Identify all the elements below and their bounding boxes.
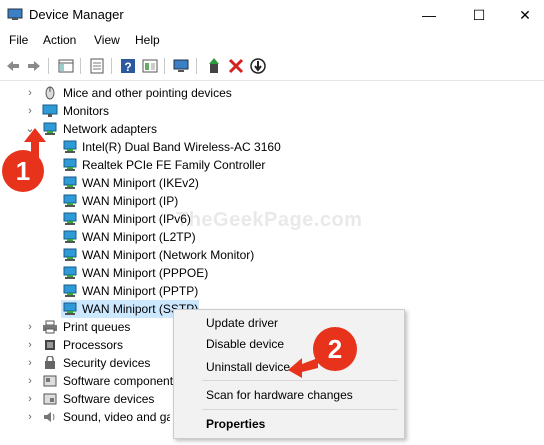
toolbar-separator	[48, 58, 49, 74]
update-driver-icon[interactable]	[205, 57, 223, 75]
tree-item-adapter[interactable]: WAN Miniport (IP)	[0, 192, 300, 210]
device-manager-icon	[7, 8, 23, 20]
tree-item-processors[interactable]: › Processors	[0, 336, 170, 354]
annotation-badge-2: 2	[313, 327, 357, 371]
network-adapter-icon	[63, 248, 77, 261]
processor-icon	[45, 340, 55, 350]
forward-arrow-icon[interactable]	[25, 57, 43, 75]
close-button[interactable]: ✕	[502, 0, 544, 30]
annotation-badge-1: 1	[2, 150, 44, 192]
svg-text:?: ?	[124, 60, 131, 74]
tree-item-label: Intel(R) Dual Band Wireless-AC 3160	[82, 140, 281, 154]
tree-item-adapter[interactable]: WAN Miniport (L2TP)	[0, 228, 300, 246]
menu-item-scan-hardware[interactable]: Scan for hardware changes	[206, 388, 353, 402]
window-title: Device Manager	[29, 7, 124, 22]
tree-item-adapter[interactable]: WAN Miniport (PPPOE)	[0, 264, 300, 282]
tree-item-label: Sound, video and game controllers	[63, 410, 170, 424]
expand-icon[interactable]: ›	[25, 408, 35, 426]
menu-item-uninstall-device[interactable]: Uninstall device	[206, 360, 290, 374]
menu-action[interactable]: Action	[43, 33, 76, 47]
toolbar-separator	[80, 58, 81, 74]
network-adapter-icon	[63, 266, 77, 279]
menu-item-disable-device[interactable]: Disable device	[206, 337, 284, 351]
tree-item-label: Print queues	[63, 320, 131, 334]
expand-icon[interactable]: ›	[25, 354, 35, 372]
network-adapter-icon	[63, 176, 77, 189]
view-icon[interactable]	[141, 57, 159, 75]
tree-item-label: Software devices	[63, 392, 155, 406]
minimize-button[interactable]: —	[406, 0, 452, 30]
toolbar-separator	[111, 58, 112, 74]
tree-item-adapter[interactable]: WAN Miniport (PPTP)	[0, 282, 300, 300]
menu-item-properties[interactable]: Properties	[206, 417, 265, 431]
show-hide-tree-icon[interactable]	[57, 57, 75, 75]
expand-icon[interactable]: ›	[25, 318, 35, 336]
tree-item-label: Mice and other pointing devices	[63, 86, 232, 100]
printer-icon	[43, 320, 57, 334]
menu-help[interactable]: Help	[135, 33, 160, 47]
tree-item-security-devices[interactable]: › Security devices	[0, 354, 170, 372]
tree-item-label: WAN Miniport (PPPOE)	[82, 266, 209, 280]
network-adapter-icon	[63, 284, 77, 297]
menu-view[interactable]: View	[94, 33, 120, 47]
toolbar: ?	[0, 52, 544, 81]
network-adapter-icon	[63, 140, 77, 153]
menu-bar: File Action View Help	[0, 30, 544, 52]
scan-hardware-icon[interactable]	[172, 57, 190, 75]
expand-icon[interactable]: ›	[25, 84, 35, 102]
tree-item-label: Software components	[63, 374, 180, 388]
menu-separator	[202, 380, 398, 381]
menu-separator	[202, 409, 398, 410]
tree-item-label: WAN Miniport (IP)	[82, 194, 179, 208]
network-adapter-icon	[63, 230, 77, 243]
tree-item-label: WAN Miniport (PPTP)	[82, 284, 199, 298]
tree-item-label: Network adapters	[63, 122, 158, 136]
help-icon[interactable]: ?	[119, 57, 137, 75]
uninstall-icon[interactable]	[227, 57, 245, 75]
tree-item-software-devices[interactable]: › Software devices	[0, 390, 170, 408]
tree-item-software-components[interactable]: › Software components	[0, 372, 179, 390]
network-adapter-icon	[63, 194, 77, 207]
tree-item-label: WAN Miniport (L2TP)	[82, 230, 196, 244]
tree-item-adapter[interactable]: WAN Miniport (IPv6)	[0, 210, 300, 228]
tree-item-sound[interactable]: › Sound, video and game controllers	[0, 408, 170, 426]
tree-item-label: WAN Miniport (IPv6)	[82, 212, 191, 226]
security-device-icon	[45, 356, 55, 369]
menu-file[interactable]: File	[9, 33, 28, 47]
expand-icon[interactable]: ›	[25, 390, 35, 408]
speaker-icon	[44, 412, 55, 422]
tree-item-label: Security devices	[63, 356, 151, 370]
tree-item-label: WAN Miniport (IKEv2)	[82, 176, 199, 190]
expand-icon[interactable]: ›	[25, 102, 35, 120]
disable-device-icon[interactable]	[249, 57, 267, 75]
tree-item-mice[interactable]: › Mice and other pointing devices	[0, 84, 300, 102]
title-bar: Device Manager — ☐ ✕	[0, 0, 544, 30]
software-component-icon	[43, 375, 57, 387]
tree-item-print-queues[interactable]: › Print queues	[0, 318, 170, 336]
expand-icon[interactable]: ›	[25, 336, 35, 354]
back-arrow-icon[interactable]	[4, 57, 22, 75]
network-adapter-icon	[63, 302, 77, 315]
tree-item-monitors[interactable]: › Monitors	[0, 102, 300, 120]
menu-item-update-driver[interactable]: Update driver	[206, 316, 278, 330]
software-device-icon	[43, 393, 57, 405]
toolbar-separator	[196, 58, 197, 74]
mouse-icon	[45, 86, 55, 100]
network-adapter-icon	[63, 158, 77, 171]
expand-icon[interactable]: ›	[25, 372, 35, 390]
tree-item-label: Realtek PCIe FE Family Controller	[82, 158, 266, 172]
maximize-button[interactable]: ☐	[456, 0, 502, 30]
tree-item-label: Monitors	[63, 104, 110, 118]
tree-item-label: WAN Miniport (Network Monitor)	[82, 248, 255, 262]
tree-item-adapter[interactable]: WAN Miniport (Network Monitor)	[0, 246, 300, 264]
toolbar-separator	[164, 58, 165, 74]
tree-item-adapter[interactable]: WAN Miniport (IKEv2)	[0, 174, 300, 192]
tree-item-label: Processors	[63, 338, 124, 352]
network-adapter-icon	[63, 212, 77, 225]
monitor-icon	[42, 104, 58, 117]
properties-icon[interactable]	[88, 57, 106, 75]
